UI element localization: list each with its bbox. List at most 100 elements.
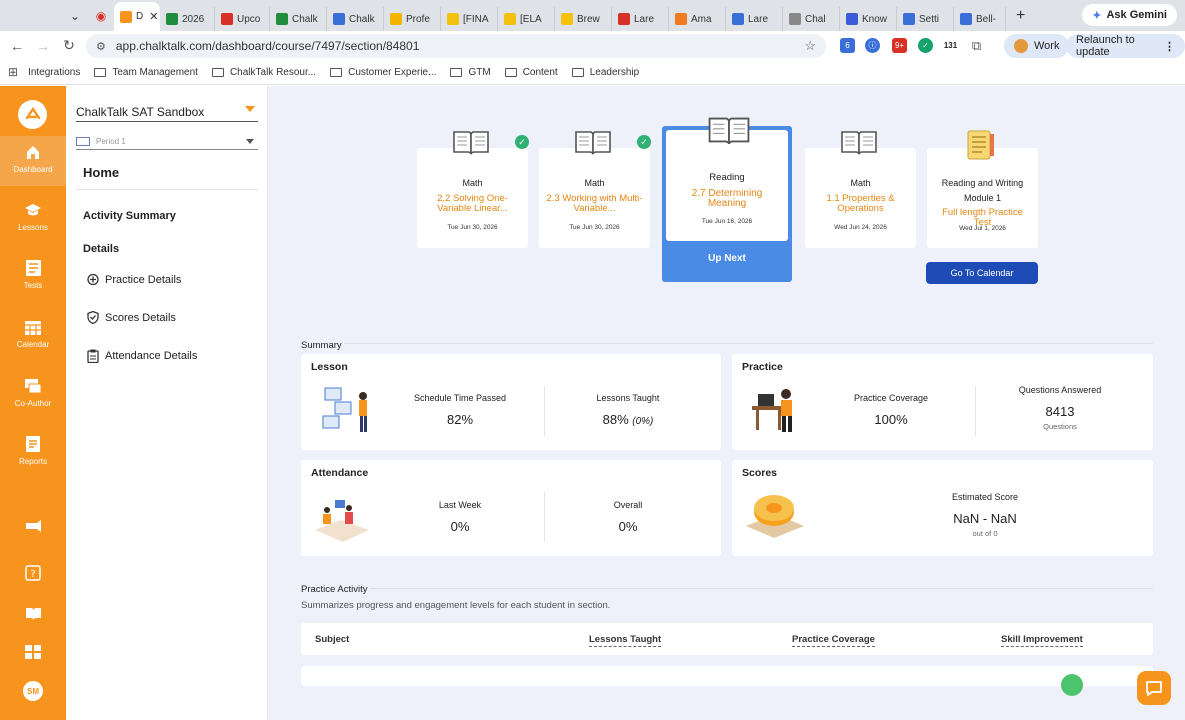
browser-tab[interactable]: Chalk xyxy=(327,7,384,31)
extensions-puzzle-icon[interactable]: ⧉ xyxy=(969,38,984,53)
library-icon[interactable] xyxy=(24,643,42,661)
browser-tab[interactable]: Bell- xyxy=(954,7,1006,31)
password-extension-icon[interactable]: ⓘ xyxy=(865,38,880,53)
class-period-icon xyxy=(76,137,90,146)
table-row[interactable] xyxy=(301,666,1153,696)
sidebar-item-scores-details[interactable]: Scores Details xyxy=(87,311,176,324)
forward-arrow-icon[interactable]: → xyxy=(30,38,56,54)
lesson-card-up-next[interactable]: Reading 2.7 Determining Meaning Tue Jun … xyxy=(666,130,788,241)
stat-label: Practice Coverage xyxy=(853,393,929,403)
bookmark-item[interactable]: GTM xyxy=(450,67,491,78)
browser-tab[interactable]: D ✕ xyxy=(114,2,160,31)
browser-tab[interactable]: Ama xyxy=(669,7,726,31)
browser-tab[interactable]: Profe xyxy=(384,7,441,31)
extension-badge-icon[interactable]: 9+ xyxy=(892,38,907,53)
browser-tab[interactable]: Chal xyxy=(783,7,840,31)
lessons-taught-extra: (0%) xyxy=(632,416,654,427)
browser-tab[interactable]: Chalk xyxy=(270,7,327,31)
column-header-practice-coverage[interactable]: Practice Coverage xyxy=(792,634,875,647)
rail-item-lessons[interactable]: Lessons xyxy=(0,194,66,244)
rail-item-tests[interactable]: Tests xyxy=(0,252,66,302)
folder-icon xyxy=(94,67,107,77)
sidebar-item-practice-details[interactable]: Practice Details xyxy=(87,273,181,286)
record-icon[interactable]: ◉ xyxy=(88,3,114,29)
browser-tab[interactable]: 2026 xyxy=(160,7,215,31)
tab-favicon-icon xyxy=(120,10,132,23)
lesson-card[interactable]: Math 2.3 Working with Multi-Variable... … xyxy=(539,148,650,248)
announcement-icon[interactable] xyxy=(24,518,42,536)
bookmark-item[interactable]: ChalkTalk Resour... xyxy=(211,66,317,78)
browser-tab[interactable]: [ELA xyxy=(498,7,555,31)
ask-gemini-button[interactable]: ✦ Ask Gemini xyxy=(1082,4,1177,26)
go-to-calendar-button[interactable]: Go To Calendar xyxy=(926,262,1038,284)
apps-grid-icon[interactable]: ⊞ xyxy=(8,65,18,79)
extension-icon[interactable]: 6 xyxy=(840,38,855,53)
new-tab-button[interactable]: + xyxy=(1016,7,1025,25)
column-header-lessons-taught[interactable]: Lessons Taught xyxy=(589,634,662,647)
bookmark-star-icon[interactable]: ☆ xyxy=(804,38,816,54)
bookmark-item[interactable]: Leadership xyxy=(571,67,639,78)
browser-tab[interactable]: Brew xyxy=(555,7,612,31)
browser-tab[interactable]: Setti xyxy=(897,7,954,31)
grammar-extension-icon[interactable]: ✓ xyxy=(918,38,933,53)
questions-answered-stat: Questions Answered 8413 Questions xyxy=(1000,385,1120,431)
estimated-score-stat: Estimated Score NaN - NaN out of 0 xyxy=(920,492,1050,538)
site-info-icon[interactable]: ⚙ xyxy=(96,40,106,53)
attendance-summary-card: Attendance Last Week 0% Overall 0% xyxy=(301,460,721,556)
bookmark-item[interactable]: Team Management xyxy=(94,67,198,78)
course-dropdown[interactable]: ChalkTalk SAT Sandbox xyxy=(76,102,258,122)
bookmark-item[interactable]: Content xyxy=(504,67,558,78)
bookmark-label: ChalkTalk Resour... xyxy=(229,66,317,78)
bookmark-item[interactable]: Customer Experie... xyxy=(330,67,436,78)
practice-illustration xyxy=(752,389,792,432)
chat-support-button[interactable] xyxy=(1137,671,1171,705)
profile-button[interactable]: Work xyxy=(1004,34,1070,58)
sidebar-item-activity-summary[interactable]: Activity Summary xyxy=(83,210,176,222)
lesson-card[interactable]: Reading and Writing Module 1 Full length… xyxy=(927,148,1038,248)
reload-icon[interactable]: ↻ xyxy=(56,37,82,54)
chalktalk-logo[interactable] xyxy=(18,100,47,129)
summary-heading: Summary xyxy=(301,340,344,351)
lesson-card[interactable]: Math 1.1 Properties & Operations Wed Jun… xyxy=(805,148,916,248)
tab-search-chevron-icon[interactable]: ⌄ xyxy=(62,3,88,29)
lesson-date: Tue Jun 16, 2026 xyxy=(701,218,753,225)
lesson-title: 2.7 Determining Meaning xyxy=(691,188,763,209)
column-header-skill-improvement[interactable]: Skill Improvement xyxy=(1001,634,1083,647)
column-header-subject[interactable]: Subject xyxy=(315,634,349,645)
app-rail: Dashboard Lessons Tests Calendar Co-Auth… xyxy=(0,86,66,720)
book-icon xyxy=(575,131,611,155)
browser-tab[interactable]: Know xyxy=(840,7,897,31)
help-icon[interactable]: ? xyxy=(24,564,42,582)
sidebar-item-attendance-details[interactable]: Attendance Details xyxy=(87,349,197,363)
browser-tab[interactable]: Upco xyxy=(215,7,270,31)
tab-label: Lare xyxy=(634,13,655,25)
browser-tab[interactable]: Lare xyxy=(726,7,783,31)
card-divider xyxy=(975,386,976,436)
counter-extension-icon[interactable]: 131 xyxy=(943,38,958,53)
browser-tab[interactable]: [FINA xyxy=(441,7,498,31)
sidebar-item-home[interactable]: Home xyxy=(83,165,119,180)
user-avatar[interactable]: SM xyxy=(23,681,43,701)
rail-item-calendar[interactable]: Calendar xyxy=(0,311,66,361)
rail-item-dashboard[interactable]: Dashboard xyxy=(0,136,66,186)
book-stack-icon[interactable] xyxy=(24,604,42,622)
rail-item-reports[interactable]: Reports xyxy=(0,428,66,478)
up-next-panel[interactable]: Reading 2.7 Determining Meaning Tue Jun … xyxy=(662,126,792,282)
lesson-title: 2.3 Working with Multi-Variable... xyxy=(546,194,643,214)
url-field[interactable]: ⚙ app.chalktalk.com/dashboard/course/749… xyxy=(86,34,826,58)
close-tab-icon[interactable]: ✕ xyxy=(149,10,158,23)
period-dropdown[interactable]: Period 1 xyxy=(76,134,258,150)
relaunch-button[interactable]: Relaunch to update ⋮ xyxy=(1066,34,1185,58)
tab-favicon-icon xyxy=(276,13,288,25)
browser-tab[interactable]: Lare xyxy=(612,7,669,31)
back-arrow-icon[interactable]: ← xyxy=(4,38,30,54)
lesson-card[interactable]: Math 2.2 Solving One-Variable Linear... … xyxy=(417,148,528,248)
more-vert-icon[interactable]: ⋮ xyxy=(1164,40,1175,53)
tab-label: Chalk xyxy=(292,13,318,25)
card-title: Lesson xyxy=(311,361,348,373)
dropdown-caret-icon xyxy=(245,106,255,112)
attendance-illustration xyxy=(315,500,369,542)
folder-icon xyxy=(330,67,343,77)
rail-item-co-author[interactable]: Co-Author xyxy=(0,370,66,420)
bookmark-item[interactable]: Integrations xyxy=(28,67,80,78)
